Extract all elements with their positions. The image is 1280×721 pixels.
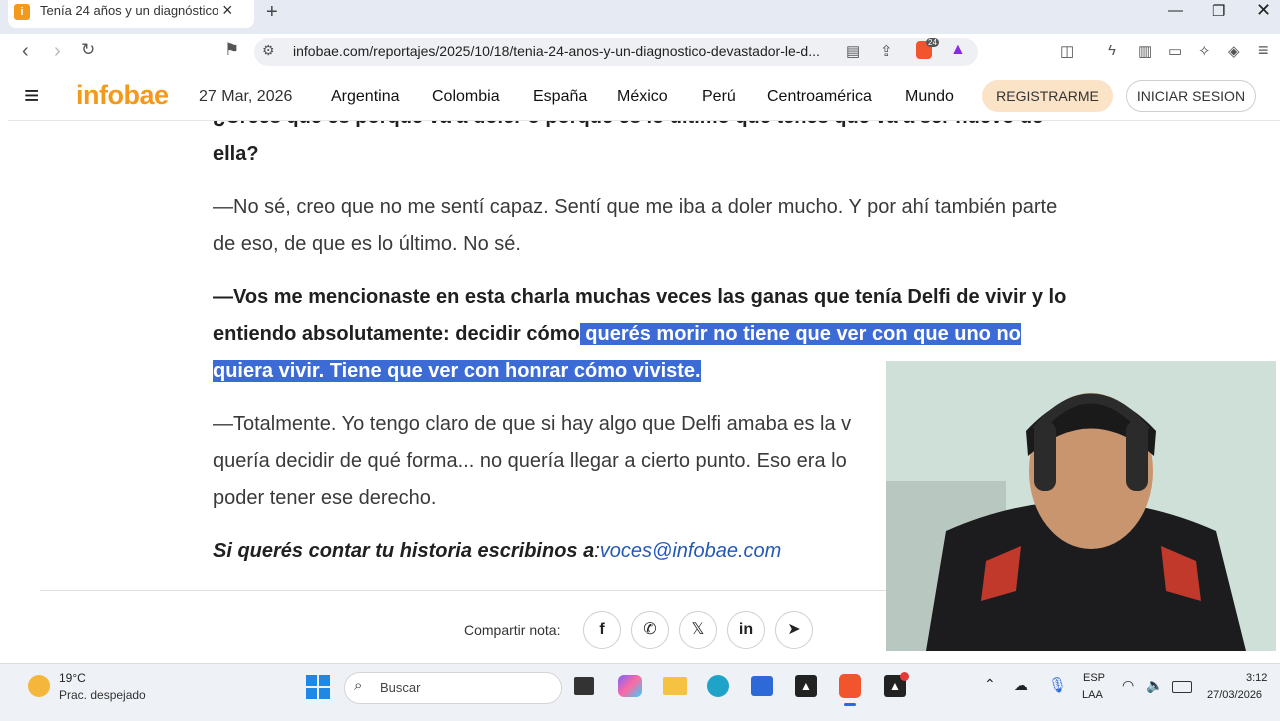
active-app-indicator [844, 703, 856, 706]
edge-icon[interactable] [707, 675, 729, 697]
site-logo[interactable]: infobae [76, 80, 169, 111]
wifi-icon[interactable]: ◠ [1122, 677, 1134, 694]
task-view-icon[interactable] [574, 677, 594, 695]
nav-colombia[interactable]: Colombia [432, 88, 500, 106]
shield-count-badge: 24 [926, 38, 939, 47]
screenshot-icon[interactable]: ◫ [1060, 42, 1074, 60]
email-link[interactable]: voces@infobae.com [600, 540, 782, 562]
reload-icon[interactable]: ↻ [81, 40, 95, 60]
whatsapp-icon[interactable]: ✆ [631, 611, 669, 649]
nav-mundo[interactable]: Mundo [905, 88, 954, 106]
reader-mode-icon[interactable]: ▤ [846, 42, 860, 60]
nav-espana[interactable]: España [533, 88, 587, 106]
x-icon[interactable]: 𝕏 [679, 611, 717, 649]
app-icon[interactable]: ▲ [795, 675, 817, 697]
battery-icon[interactable] [1172, 681, 1192, 693]
share-label: Compartir nota: [464, 622, 561, 638]
weather-temp[interactable]: 19°C [59, 671, 86, 685]
close-window-icon[interactable]: ✕ [1256, 0, 1271, 21]
header-date: 27 Mar, 2026 [199, 88, 293, 105]
search-placeholder[interactable]: Buscar [380, 680, 420, 695]
back-icon[interactable]: ‹ [22, 40, 29, 63]
bookmark-icon[interactable]: ⚑ [224, 40, 239, 60]
nav-argentina[interactable]: Argentina [331, 88, 400, 106]
answer-line: poder tener ese derecho. [213, 487, 437, 509]
weather-icon[interactable] [28, 675, 50, 697]
contact-text: Si querés contar tu historia escribinos … [213, 540, 595, 562]
chevron-up-icon[interactable]: ⌃ [984, 676, 996, 693]
nav-mexico[interactable]: México [617, 88, 668, 106]
url-text[interactable]: infobae.com/reportajes/2025/10/18/tenia-… [293, 43, 820, 59]
ai-icon[interactable]: ✧ [1198, 42, 1211, 60]
register-button[interactable]: REGISTRARME [982, 80, 1113, 112]
maximize-icon[interactable]: ❐ [1212, 2, 1225, 20]
hamburger-icon[interactable]: ≡ [24, 82, 39, 108]
linkedin-icon[interactable]: in [727, 611, 765, 649]
brave-icon[interactable] [839, 674, 861, 698]
copilot-icon[interactable] [618, 675, 642, 697]
menu-icon[interactable]: ≡ [1258, 40, 1269, 61]
weather-desc[interactable]: Prac. despejado [59, 688, 146, 702]
language-layout[interactable]: LAA [1082, 689, 1103, 701]
site-info-icon[interactable]: ⚙ [262, 42, 275, 59]
webcam-person-image [886, 361, 1276, 651]
minimize-icon[interactable]: — [1168, 2, 1183, 19]
answer-line: —Totalmente. Yo tengo claro de que si ha… [213, 413, 852, 435]
telegram-icon[interactable]: ➤ [775, 611, 813, 649]
webcam-overlay [886, 361, 1276, 651]
language-code[interactable]: ESP [1083, 672, 1105, 684]
rewards-icon[interactable]: ▲ [950, 41, 966, 59]
volume-icon[interactable]: 🔈 [1146, 677, 1163, 694]
answer-line: quería decidir de qué forma... no quería… [213, 450, 847, 472]
wallet-icon[interactable]: ▭ [1168, 42, 1182, 60]
tab-title[interactable]: Tenía 24 años y un diagnóstico d [40, 3, 218, 18]
sidebar-icon[interactable]: ▥ [1138, 42, 1152, 60]
cloud-icon[interactable]: ☁ [1014, 677, 1028, 694]
nav-centroamerica[interactable]: Centroamérica [767, 88, 872, 106]
answer-paragraph: —No sé, creo que no me sentí capaz. Sent… [213, 196, 1058, 255]
new-tab-icon[interactable]: + [266, 1, 278, 24]
share-page-icon[interactable]: ⇪ [880, 42, 893, 60]
store-icon[interactable] [751, 676, 773, 696]
microphone-icon[interactable]: 🎙 [1048, 676, 1067, 694]
site-favicon-icon: i [14, 4, 30, 20]
facebook-icon[interactable]: f [583, 611, 621, 649]
vpn-icon[interactable]: ◈ [1228, 42, 1240, 60]
forward-icon[interactable]: › [54, 40, 61, 63]
file-explorer-icon[interactable] [663, 677, 687, 695]
taskbar-search[interactable] [344, 672, 562, 704]
question-paragraph: ¿Crees que es porque va a doler o porque… [213, 121, 1043, 165]
clock-date[interactable]: 27/03/2026 [1207, 689, 1262, 701]
leo-icon[interactable]: ϟ [1108, 42, 1116, 59]
windows-start-icon[interactable] [306, 675, 330, 699]
nav-peru[interactable]: Perú [702, 88, 736, 106]
clock-time[interactable]: 3:12 [1246, 672, 1267, 684]
login-button[interactable]: INICIAR SESION [1126, 80, 1256, 112]
search-icon: ⌕ [354, 677, 363, 694]
close-tab-icon[interactable]: × [222, 0, 233, 21]
notification-dot [900, 672, 909, 681]
